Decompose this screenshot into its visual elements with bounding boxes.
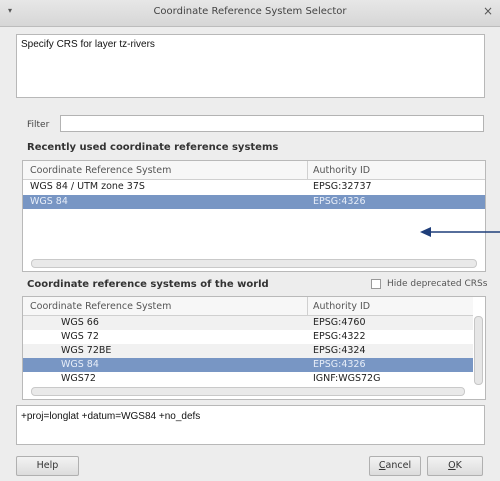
table-row[interactable]: WGS 72 EPSG:4322 [23,330,473,344]
crs-name: WGS 72BE [61,345,112,356]
table-row[interactable]: WGS 72BE EPSG:4324 [23,344,473,358]
table-row[interactable]: WGS 66 EPSG:4760 [23,316,473,330]
authority-id: EPSG:4326 [313,196,366,207]
authority-id: EPSG:4322 [313,331,366,342]
column-header-authority[interactable]: Authority ID [313,165,370,176]
crs-name: WGS72 [61,373,96,383]
column-header-authority[interactable]: Authority ID [313,301,370,312]
ok-button[interactable]: OK [427,456,483,476]
window-title: Coordinate Reference System Selector [153,6,347,17]
world-crs-table[interactable]: Coordinate Reference System Authority ID… [22,296,486,400]
filter-label: Filter [27,120,50,130]
recent-crs-heading: Recently used coordinate reference syste… [27,142,279,153]
crs-name: WGS 84 [61,359,99,370]
authority-id: EPSG:4326 [313,359,366,370]
cancel-label: ancel [385,460,412,471]
world-crs-heading: Coordinate reference systems of the worl… [27,279,269,290]
hide-deprecated-label[interactable]: Hide deprecated CRSs [387,279,487,289]
recent-crs-table[interactable]: Coordinate Reference System Authority ID… [22,160,486,272]
annotation-arrow-icon [420,227,500,237]
authority-id: EPSG:32737 [313,181,372,192]
crs-name: WGS 72 [61,331,99,342]
layer-description-box: Specify CRS for layer tz-rivers [16,34,485,98]
cancel-mnemonic: C [378,460,386,471]
column-divider [307,161,308,179]
authority-id: IGNF:WGS72G [313,373,381,383]
crs-name: WGS 84 [30,196,68,207]
column-header-crs[interactable]: Coordinate Reference System [30,301,171,312]
crs-name: WGS 66 [61,317,99,328]
title-bar: ▾ Coordinate Reference System Selector × [0,0,500,27]
horizontal-scrollbar[interactable] [31,387,465,396]
ok-mnemonic: O [448,460,456,471]
column-header-crs[interactable]: Coordinate Reference System [30,165,171,176]
authority-id: EPSG:4324 [313,345,366,356]
horizontal-scrollbar[interactable] [31,259,477,268]
ok-label: K [455,460,462,471]
vertical-scrollbar[interactable] [474,316,483,385]
filter-input[interactable] [60,115,484,132]
hide-deprecated-checkbox[interactable] [371,279,381,289]
help-button[interactable]: Help [16,456,79,476]
crs-name: WGS 84 / UTM zone 37S [30,181,145,192]
world-table-header: Coordinate Reference System Authority ID [23,297,473,316]
table-row-selected[interactable]: WGS 84 EPSG:4326 [23,358,473,372]
table-row[interactable]: WGS 84 / UTM zone 37S EPSG:32737 [23,180,485,194]
close-icon[interactable]: × [483,4,493,18]
recent-table-header: Coordinate Reference System Authority ID [23,161,485,180]
table-row[interactable]: WGS72 IGNF:WGS72G [23,372,473,383]
proj-definition-box: +proj=longlat +datum=WGS84 +no_defs [16,405,485,445]
authority-id: EPSG:4760 [313,317,366,328]
cancel-button[interactable]: Cancel [369,456,421,476]
table-row-selected[interactable]: WGS 84 EPSG:4326 [23,195,485,209]
column-divider [307,297,308,315]
